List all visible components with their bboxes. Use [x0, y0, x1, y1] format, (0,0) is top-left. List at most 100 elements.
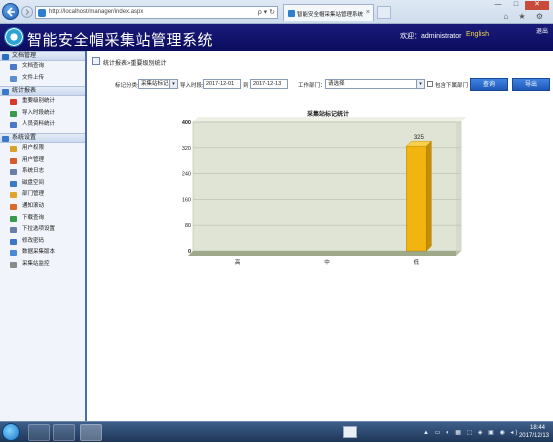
chart-title: 采集站标记统计	[307, 110, 349, 118]
chevron-down-icon: ▾	[416, 80, 424, 88]
system-tray: ▲ ▭ ◐ ▦ ⬚ ◈ ▣ ◉ ◂) 18:44 2017/12/13	[423, 422, 553, 443]
sidebar-group-settings[interactable]: 系统设置	[0, 132, 85, 143]
address-tools[interactable]: ρ ▾ ↻	[258, 8, 275, 16]
sidebar-group-docs[interactable]: 文档管理	[0, 51, 85, 61]
forward-button[interactable]	[21, 6, 33, 18]
home-favorites-settings-icons[interactable]: ⌂ ★ ⚙	[503, 12, 547, 21]
start-button[interactable]	[2, 423, 20, 441]
password-icon	[10, 238, 17, 245]
department-select[interactable]: 请选择 ▾	[325, 79, 425, 89]
sidebar-item-label: 通知滚动	[22, 202, 45, 209]
chevron-down-icon: ▾	[169, 80, 177, 88]
sidebar-item-label: 修改密码	[22, 237, 45, 244]
app-header: 智能安全帽采集站管理系统 欢迎：administrator English 退出	[0, 24, 553, 51]
download-icon	[10, 215, 17, 222]
taskbar: ▲ ▭ ◐ ▦ ⬚ ◈ ▣ ◉ ◂) 18:44 2017/12/13	[0, 421, 553, 442]
back-button[interactable]	[2, 3, 19, 20]
chart-svg: 采集站标记统计 0 80 160 240 320 400 高 中 325 低	[182, 110, 466, 266]
page-icon	[38, 9, 46, 17]
sidebar-item-department[interactable]: 部门管理	[0, 189, 85, 201]
search-doc-icon	[10, 64, 17, 70]
sidebar-item-dropdown-options[interactable]: 下拉选项设置	[0, 224, 85, 236]
close-window-button[interactable]: ✕	[525, 1, 549, 10]
new-tab-button[interactable]	[377, 6, 391, 19]
minimize-button[interactable]: —	[489, 1, 507, 10]
monitor-icon	[10, 261, 17, 268]
date-to-input[interactable]: 2017-12-13	[250, 79, 288, 89]
x-tick-label: 低	[414, 258, 420, 266]
sidebar-item-label: 导入时段统计	[22, 109, 56, 116]
address-bar[interactable]: http://localhost/manager/index.aspx ρ ▾ …	[35, 6, 278, 19]
upload-icon	[10, 75, 17, 82]
clock-time[interactable]: 18:44	[530, 425, 545, 431]
plot-top-edge	[193, 117, 466, 122]
sidebar-item-change-password[interactable]: 修改密码	[0, 236, 85, 248]
sidebar-item-importance-stats[interactable]: 重要级别统计	[0, 96, 85, 108]
sidebar-item-user-permissions[interactable]: 用户权限	[0, 143, 85, 155]
export-button[interactable]: 导出	[512, 78, 550, 91]
sidebar-item-file-upload[interactable]: 文件上传	[0, 73, 85, 85]
app-taskbar-icon[interactable]	[53, 424, 75, 441]
category-label: 标记分类:	[115, 83, 139, 89]
y-tick-label: 400	[182, 120, 191, 126]
main-content: 统计报表>重要级别统计 标记分类: 采集站标记 ▾ 导入时段: 2017-12-…	[89, 51, 553, 421]
sidebar-item-label: 文件上传	[22, 74, 45, 81]
category-select[interactable]: 采集站标记 ▾	[138, 79, 178, 89]
disk-icon	[10, 180, 17, 187]
users-icon	[10, 157, 17, 164]
ie-taskbar-icon[interactable]	[80, 424, 102, 441]
y-tick-label: 0	[188, 249, 191, 255]
logo-icon	[4, 27, 24, 47]
list-icon	[10, 227, 17, 234]
version-icon	[10, 250, 17, 257]
sidebar-item-user-management[interactable]: 用户管理	[0, 155, 85, 167]
sidebar-item-label: 用户权限	[22, 144, 45, 151]
tab-close-icon[interactable]: ×	[366, 9, 370, 16]
sidebar-item-download-query[interactable]: 下载查询	[0, 213, 85, 225]
sidebar: 文档管理 文档查询 文件上传 统计报表 重要级别统计 导入时段统计 人员资料统计…	[0, 51, 87, 421]
y-tick-label: 80	[185, 223, 191, 229]
y-tick-label: 240	[182, 172, 191, 178]
sidebar-item-notice-scroll[interactable]: 通知滚动	[0, 201, 85, 213]
address-url[interactable]: http://localhost/manager/index.aspx	[49, 9, 143, 15]
logout-link[interactable]: 退出	[536, 26, 548, 35]
maximize-button[interactable]: □	[507, 1, 525, 10]
sidebar-item-label: 系统日志	[22, 168, 45, 175]
sidebar-item-label: 磁盘空间	[22, 179, 45, 186]
sidebar-item-station-monitor[interactable]: 采集站监控	[0, 259, 85, 271]
include-sub-label: 包含下属部门	[435, 83, 469, 89]
sidebar-item-disk-space[interactable]: 磁盘空间	[0, 178, 85, 190]
sidebar-item-collector-version[interactable]: 数据采集版本	[0, 247, 85, 259]
date-from-input[interactable]: 2017-12-01	[203, 79, 241, 89]
sidebar-item-import-time-stats[interactable]: 导入时段统计	[0, 108, 85, 120]
explorer-taskbar-icon[interactable]	[28, 424, 50, 441]
category-value: 采集站标记	[141, 81, 169, 87]
settings-icon	[2, 135, 9, 142]
sidebar-item-system-log[interactable]: 系统日志	[0, 166, 85, 178]
x-tick-label: 高	[235, 258, 241, 266]
sidebar-item-label: 文档查询	[22, 63, 45, 69]
y-tick-label: 320	[182, 146, 191, 152]
keyboard-icon[interactable]	[343, 426, 357, 438]
include-sub-checkbox[interactable]	[427, 81, 433, 87]
browser-tab[interactable]: 智能安全帽采集站管理系统 ×	[283, 4, 374, 21]
sidebar-item-label: 重要级别统计	[22, 98, 56, 105]
sidebar-item-label: 部门管理	[22, 191, 45, 198]
english-link[interactable]: English	[466, 31, 489, 38]
notice-icon	[10, 203, 17, 210]
tray-icons[interactable]: ▲ ▭ ◐ ▦ ⬚ ◈ ▣ ◉ ◂)	[423, 429, 519, 436]
sidebar-item-doc-search[interactable]: 文档查询	[0, 61, 85, 73]
bar[interactable]	[406, 145, 427, 252]
sidebar-item-label: 采集站监控	[22, 260, 50, 267]
clock-date[interactable]: 2017/12/13	[519, 433, 549, 439]
log-icon	[10, 169, 17, 176]
to-label: 到	[243, 83, 249, 89]
sidebar-item-personnel-stats[interactable]: 人员资料统计	[0, 119, 85, 131]
sidebar-group-label: 文档管理	[12, 53, 37, 59]
breadcrumb: 统计报表>重要级别统计	[103, 61, 167, 67]
sidebar-group-reports[interactable]: 统计报表	[0, 86, 85, 97]
person-icon	[10, 122, 17, 129]
star-icon	[10, 99, 17, 106]
query-button[interactable]: 查询	[470, 78, 508, 91]
chart: 采集站标记统计 0 80 160 240 320 400 高 中 325 低	[175, 108, 475, 268]
